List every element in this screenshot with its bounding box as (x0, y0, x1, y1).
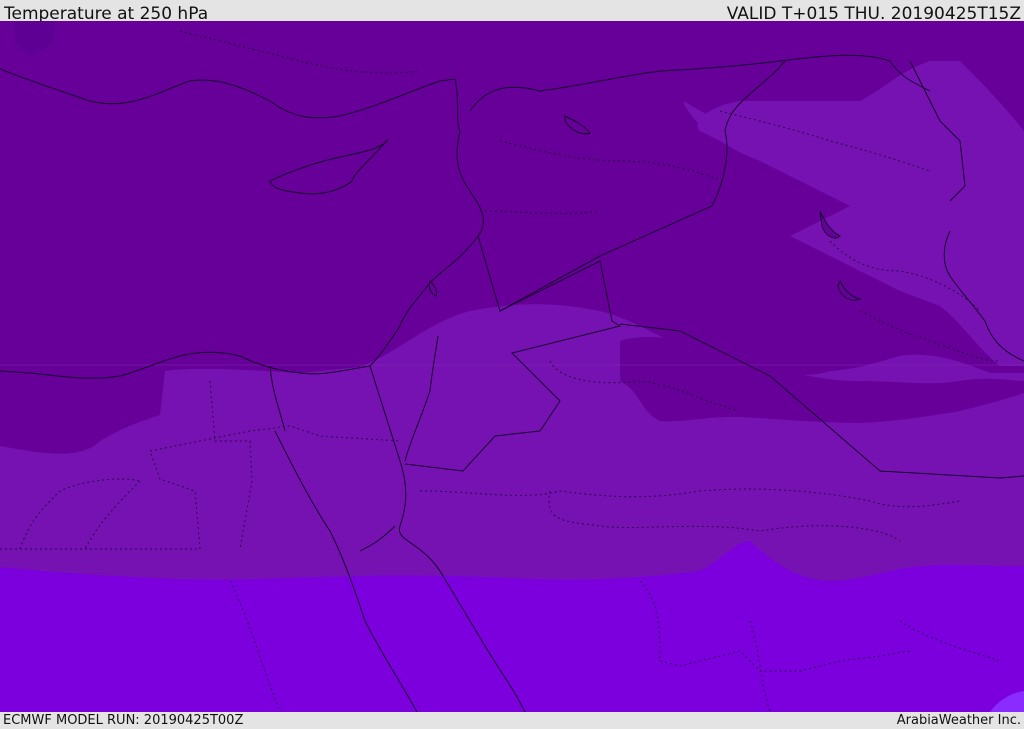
header-bar: Temperature at 250 hPa VALID T+015 THU. … (0, 0, 1024, 24)
map-canvas (0, 21, 1024, 712)
footer-bar: ECMWF MODEL RUN: 20190425T00Z ArabiaWeat… (0, 712, 1024, 729)
temperature-map[interactable] (0, 21, 1024, 712)
brand-label: ArabiaWeather Inc. (896, 713, 1021, 728)
model-run-label: ECMWF MODEL RUN: 20190425T00Z (3, 713, 244, 728)
